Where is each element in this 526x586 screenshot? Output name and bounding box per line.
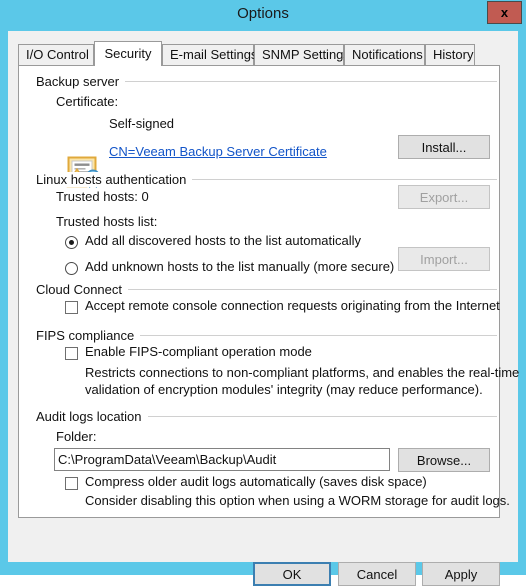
apply-button[interactable]: Apply <box>422 562 500 586</box>
dialog-client-area: I/O Control Security E-mail Settings SNM… <box>8 31 520 586</box>
titlebar: Options x <box>0 0 526 31</box>
radio-add-all-discovered[interactable] <box>65 236 78 249</box>
certificate-kind: Self-signed <box>109 116 175 131</box>
checkbox-compress-audit-logs[interactable] <box>65 477 78 490</box>
radio-label-add-all-discovered[interactable]: Add all discovered hosts to the list aut… <box>85 233 361 248</box>
group-label-backup-server: Backup server <box>36 74 126 89</box>
export-button[interactable]: Export... <box>398 185 490 209</box>
trusted-hosts-list-label: Trusted hosts list: <box>56 214 158 229</box>
checkbox-label-enable-fips[interactable]: Enable FIPS-compliant operation mode <box>85 344 312 359</box>
group-rule-backup-server <box>111 81 497 82</box>
radio-add-unknown-manually[interactable] <box>65 262 78 275</box>
group-label-cloud-connect: Cloud Connect <box>36 282 128 297</box>
import-button[interactable]: Import... <box>398 247 490 271</box>
group-rule-fips <box>136 335 497 336</box>
window-title: Options <box>237 5 289 22</box>
checkbox-accept-remote-console[interactable] <box>65 301 78 314</box>
compress-audit-logs-hint: Consider disabling this option when usin… <box>85 493 510 508</box>
options-dialog-window: Options x I/O Control Security E-mail Se… <box>0 0 526 586</box>
certificate-label: Certificate: <box>56 94 119 109</box>
install-button[interactable]: Install... <box>398 135 490 159</box>
group-label-audit-logs: Audit logs location <box>36 409 148 424</box>
browse-button[interactable]: Browse... <box>398 448 490 472</box>
group-rule-linux-hosts <box>168 179 497 180</box>
fips-description-line2: validation of encryption modules' integr… <box>85 382 483 397</box>
tab-snmp-settings[interactable]: SNMP Settings <box>254 44 350 65</box>
group-label-linux-hosts: Linux hosts authentication <box>36 172 193 187</box>
fips-description-line1: Restricts connections to non-compliant p… <box>85 365 520 380</box>
group-label-fips: FIPS compliance <box>36 328 141 343</box>
checkbox-enable-fips[interactable] <box>65 347 78 360</box>
close-icon[interactable]: x <box>487 1 522 24</box>
checkbox-label-accept-remote-console[interactable]: Accept remote console connection request… <box>85 298 500 313</box>
trusted-hosts-count: Trusted hosts: 0 <box>56 189 149 204</box>
ok-button[interactable]: OK <box>253 562 331 586</box>
certificate-link[interactable]: CN=Veeam Backup Server Certificate <box>109 144 327 159</box>
tab-io-control[interactable]: I/O Control <box>18 44 94 65</box>
folder-label: Folder: <box>56 429 97 444</box>
radio-label-add-unknown-manually[interactable]: Add unknown hosts to the list manually (… <box>85 259 394 274</box>
group-rule-cloud-connect <box>118 289 497 290</box>
group-rule-audit-logs <box>146 416 497 417</box>
cancel-button[interactable]: Cancel <box>338 562 416 586</box>
tab-security[interactable]: Security <box>94 41 162 66</box>
tab-email-settings[interactable]: E-mail Settings <box>162 44 257 65</box>
audit-folder-input[interactable] <box>54 448 390 471</box>
tab-notifications[interactable]: Notifications <box>344 44 425 65</box>
tab-history[interactable]: History <box>425 44 475 65</box>
checkbox-label-compress-audit-logs[interactable]: Compress older audit logs automatically … <box>85 474 427 489</box>
